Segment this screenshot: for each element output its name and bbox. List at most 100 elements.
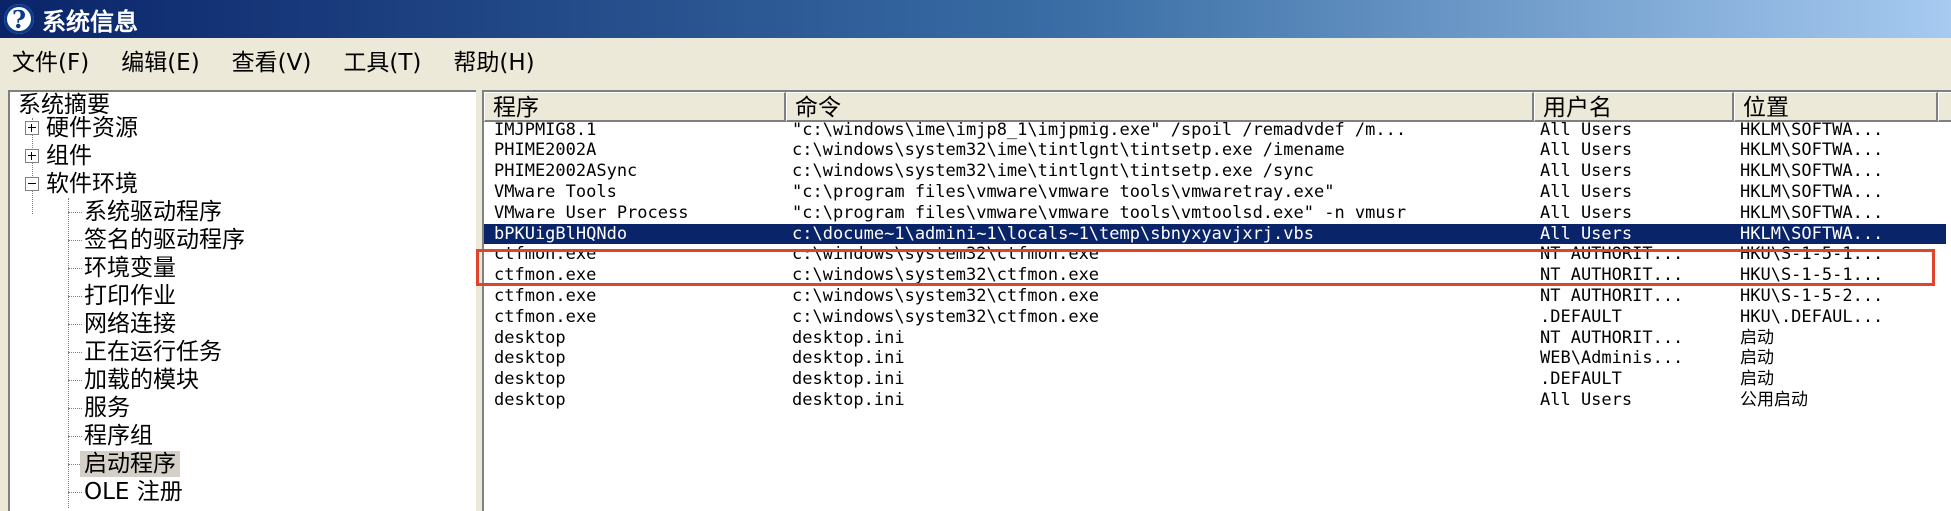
cell-user: All Users xyxy=(1540,223,1633,244)
cell-user: All Users xyxy=(1540,181,1633,202)
cell-location: HKU\S-1-5-2... xyxy=(1740,285,1884,306)
expand-plus-icon[interactable] xyxy=(25,149,39,163)
column-header-program[interactable]: 程序 xyxy=(484,92,786,122)
cell-program: VMware User Process xyxy=(494,202,689,223)
cell-user: NT AUTHORIT... xyxy=(1540,265,1684,286)
menu-tools[interactable]: 工具(T) xyxy=(343,43,421,77)
cell-command: "c:\windows\ime\imjp8_1\imjpmig.exe" /sp… xyxy=(792,119,1407,140)
cell-command: "c:\program files\vmware\vmware tools\vm… xyxy=(792,202,1407,223)
cell-user: NT AUTHORIT... xyxy=(1540,244,1684,265)
cell-program: ctfmon.exe xyxy=(494,285,597,306)
table-row[interactable]: ctfmon.exe c:\windows\system32\ctfmon.exe… xyxy=(484,244,1946,265)
cell-location: 公用启动 xyxy=(1740,389,1808,410)
table-row[interactable]: PHIME2002A c:\windows\system32\ime\tintlg… xyxy=(484,140,1946,161)
cell-program: PHIME2002ASync xyxy=(494,161,638,182)
cell-command: "c:\program files\vmware\vmware tools\vm… xyxy=(792,181,1335,202)
table-row[interactable]: desktop desktop.ini NT AUTHORIT... 启动 xyxy=(484,328,1946,349)
startup-programs-list[interactable]: 程序 命令 用户名 位置 IMJPMIG8.1 "c:\windows\ime\i… xyxy=(482,90,1951,511)
cell-user: All Users xyxy=(1540,140,1633,161)
cell-program: desktop xyxy=(494,327,566,348)
cell-command: desktop.ini xyxy=(792,327,905,348)
cell-program: desktop xyxy=(494,348,566,369)
cell-command: c:\windows\system32\ctfmon.exe xyxy=(792,285,1100,306)
expand-plus-icon[interactable] xyxy=(25,121,39,135)
cell-command: desktop.ini xyxy=(792,389,905,410)
tree-item-label: OLE 注册 xyxy=(84,479,183,505)
table-row[interactable]: ctfmon.exe c:\windows\system32\ctfmon.exe… xyxy=(484,265,1946,286)
tree-item-label: 打印作业 xyxy=(84,283,176,309)
table-row[interactable]: desktop desktop.ini WEB\Adminis... 启动 xyxy=(484,348,1946,369)
cell-location: 启动 xyxy=(1740,327,1774,348)
cell-location: HKLM\SOFTWA... xyxy=(1740,202,1884,223)
cell-location: HKU\S-1-5-1... xyxy=(1740,265,1884,286)
tree-item-label: 环境变量 xyxy=(84,255,176,281)
menu-view[interactable]: 查看(V) xyxy=(232,43,312,77)
cell-location: HKLM\SOFTWA... xyxy=(1740,140,1884,161)
cell-program: PHIME2002A xyxy=(494,140,597,161)
menu-file[interactable]: 文件(F) xyxy=(12,43,89,77)
column-header-filler xyxy=(1938,92,1951,122)
cell-user: .DEFAULT xyxy=(1540,369,1622,390)
menu-edit[interactable]: 编辑(E) xyxy=(121,43,199,77)
category-tree[interactable]: 系统摘要 硬件资源 组件 软件环境 系统驱动程序 签名的驱动程序 环境变量 打印作业网… xyxy=(8,90,476,511)
tree-item-child[interactable]: 签名的驱动程序 xyxy=(80,226,249,254)
cell-command: c:\windows\system32\ime\tintlgnt\tintset… xyxy=(792,140,1345,161)
cell-program: bPKUigBlHQNdo xyxy=(494,223,628,244)
cell-location: HKLM\SOFTWA... xyxy=(1740,119,1884,140)
tree-item-label: 加载的模块 xyxy=(84,367,199,393)
collapse-minus-icon[interactable] xyxy=(25,177,39,191)
column-header-location[interactable]: 位置 xyxy=(1734,92,1938,122)
menu-help[interactable]: 帮助(H) xyxy=(453,43,534,77)
tree-item-child[interactable]: 服务 xyxy=(80,394,134,422)
tree-item-child[interactable]: 程序组 xyxy=(80,422,157,450)
cell-location: 启动 xyxy=(1740,348,1774,369)
table-row[interactable]: VMware User Process "c:\program files\vmw… xyxy=(484,203,1946,224)
cell-program: ctfmon.exe xyxy=(494,306,597,327)
tree-item-child[interactable]: 启动程序 xyxy=(80,450,180,478)
tree-item-child[interactable]: OLE 注册 xyxy=(80,478,187,506)
table-row[interactable]: ctfmon.exe c:\windows\system32\ctfmon.exe… xyxy=(484,307,1946,328)
tree-item-child[interactable]: 加载的模块 xyxy=(80,366,203,394)
title-bar[interactable]: ? 系统信息 xyxy=(0,0,1951,38)
cell-program: desktop xyxy=(494,369,566,390)
tree-item-child[interactable]: 打印作业 xyxy=(80,282,180,310)
tree-item-label: 硬件资源 xyxy=(46,115,138,141)
table-row[interactable]: VMware Tools "c:\program files\vmware\vmw… xyxy=(484,182,1946,203)
menu-bar: 文件(F) 编辑(E) 查看(V) 工具(T) 帮助(H) xyxy=(0,38,1951,82)
list-header: 程序 命令 用户名 位置 xyxy=(484,92,1951,122)
tree-item-label: 软件环境 xyxy=(46,171,138,197)
window-title: 系统信息 xyxy=(42,7,138,36)
cell-user: All Users xyxy=(1540,389,1633,410)
cell-location: HKLM\SOFTWA... xyxy=(1740,181,1884,202)
table-row[interactable]: desktop desktop.ini .DEFAULT 启动 xyxy=(484,369,1946,390)
tree-item-label: 正在运行任务 xyxy=(84,339,222,365)
column-header-user[interactable]: 用户名 xyxy=(1534,92,1734,122)
table-row[interactable]: IMJPMIG8.1 "c:\windows\ime\imjp8_1\imjpmi… xyxy=(484,120,1946,141)
table-row[interactable]: desktop desktop.ini All Users 公用启动 xyxy=(484,390,1946,411)
tree-item-software-env[interactable]: 软件环境 xyxy=(24,170,142,198)
cell-command: desktop.ini xyxy=(792,348,905,369)
cell-user: All Users xyxy=(1540,202,1633,223)
table-row[interactable]: bPKUigBlHQNdo c:\docume~1\admini~1\locals… xyxy=(484,223,1946,245)
tree-item-child[interactable]: 环境变量 xyxy=(80,254,180,282)
tree-item-label: 启动程序 xyxy=(80,451,180,477)
tree-item-hardware[interactable]: 硬件资源 xyxy=(24,114,142,142)
tree-item-label: 网络连接 xyxy=(84,311,176,337)
tree-item-components[interactable]: 组件 xyxy=(24,142,96,170)
column-header-command[interactable]: 命令 xyxy=(786,92,1534,122)
tree-item-child[interactable]: 系统驱动程序 xyxy=(80,198,226,226)
tree-connector xyxy=(68,198,69,508)
table-row[interactable]: ctfmon.exe c:\windows\system32\ctfmon.exe… xyxy=(484,286,1946,307)
tree-item-child[interactable]: 正在运行任务 xyxy=(80,338,226,366)
cell-program: ctfmon.exe xyxy=(494,244,597,265)
table-row[interactable]: PHIME2002ASync c:\windows\system32\ime\ti… xyxy=(484,161,1946,182)
cell-command: c:\windows\system32\ctfmon.exe xyxy=(792,265,1100,286)
cell-user: WEB\Adminis... xyxy=(1540,348,1684,369)
cell-command: c:\windows\system32\ime\tintlgnt\tintset… xyxy=(792,161,1314,182)
tree-item-child[interactable]: 网络连接 xyxy=(80,310,180,338)
cell-command: c:\windows\system32\ctfmon.exe xyxy=(792,306,1100,327)
cell-program: IMJPMIG8.1 xyxy=(494,119,597,140)
cell-program: VMware Tools xyxy=(494,181,617,202)
tree-item-label: 签名的驱动程序 xyxy=(84,227,245,253)
tree-item-label: 组件 xyxy=(46,143,92,169)
